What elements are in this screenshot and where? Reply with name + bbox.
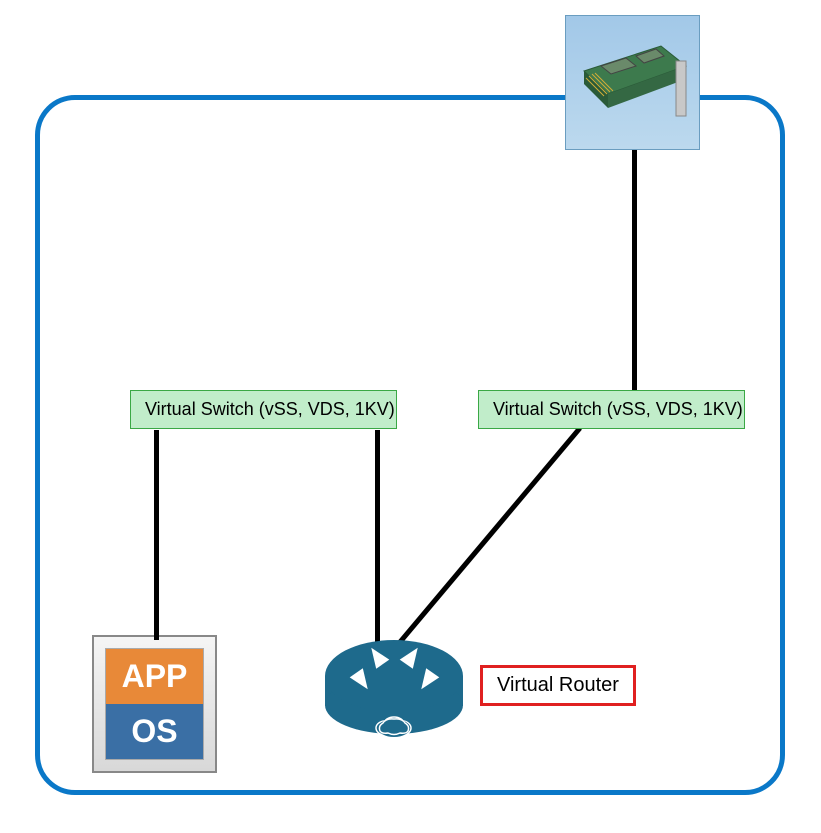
virtual-router-label: Virtual Router bbox=[497, 674, 619, 696]
link-vswitch-left-to-vm bbox=[154, 430, 159, 640]
virtual-machine-icon: APP OS bbox=[92, 635, 217, 773]
vswitch-right-label: Virtual Switch (vSS, VDS, 1KV) bbox=[493, 399, 743, 419]
link-vswitch-left-to-router bbox=[375, 430, 380, 648]
nic-card-icon bbox=[565, 15, 700, 150]
vswitch-left-label: Virtual Switch (vSS, VDS, 1KV) bbox=[145, 399, 395, 419]
app-label: APP bbox=[106, 649, 203, 704]
virtual-switch-right: Virtual Switch (vSS, VDS, 1KV) bbox=[478, 390, 745, 429]
virtual-switch-left: Virtual Switch (vSS, VDS, 1KV) bbox=[130, 390, 397, 429]
virtual-router-icon bbox=[325, 640, 463, 740]
link-nic-to-vswitch-right bbox=[632, 148, 637, 392]
virtual-router-label-box: Virtual Router bbox=[480, 665, 636, 706]
os-label: OS bbox=[106, 704, 203, 759]
